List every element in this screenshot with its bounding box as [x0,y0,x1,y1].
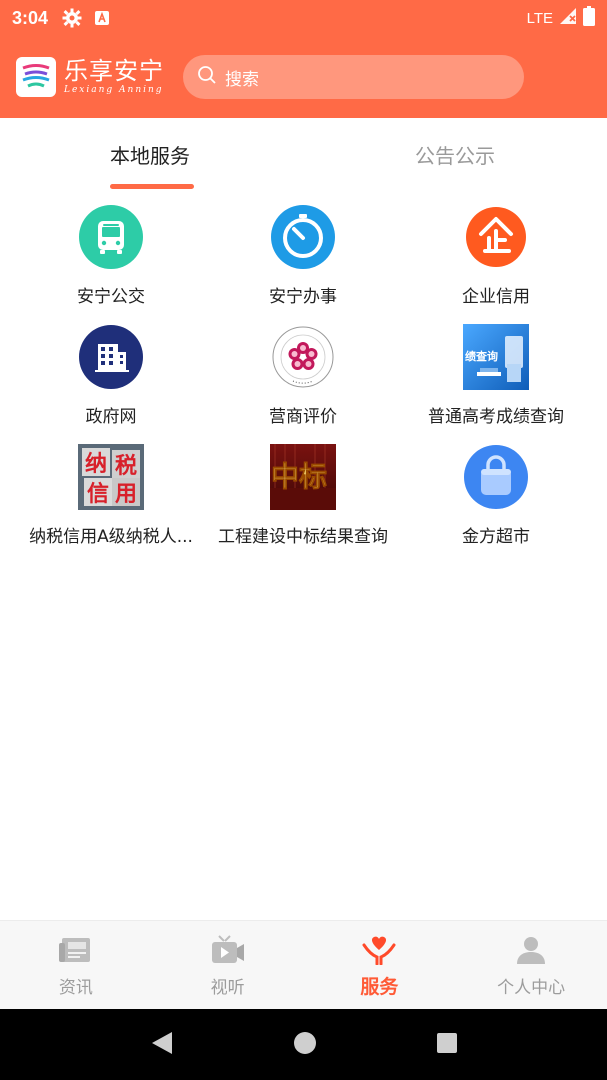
service-tabs: 本地服务 公告公示 [0,118,607,190]
font-icon [92,8,112,28]
flower-seal-icon [270,324,336,390]
bid-result-icon: 中标 [270,444,336,510]
tax-char-4: 用 [115,482,137,507]
app-logo-icon [16,57,56,97]
service-anning-affairs[interactable]: 安宁办事 [203,204,403,307]
news-icon [58,933,94,967]
service-label: 营商评价 [269,407,337,427]
service-label: 企业信用 [462,287,530,307]
status-bar: 3:04 LTE [0,0,607,36]
bid-image-text: 中标 [271,460,327,493]
tax-char-1: 纳 [85,451,107,477]
service-label: 金方超市 [462,527,530,547]
service-label: 工程建设中标结果查询 [218,527,388,547]
bus-icon [78,204,144,270]
nav-label: 视听 [210,977,245,998]
gear-icon [62,8,82,28]
nav-label: 资讯 [58,977,93,998]
service-business-evaluation[interactable]: 营商评价 [203,324,403,427]
app-name-sub: Lexiang Anning [64,85,164,95]
service-heart-icon [361,932,397,966]
tax-credit-icon: 纳税信用 [78,444,144,510]
nav-news[interactable]: 资讯 [0,921,152,1009]
person-icon [513,933,549,967]
service-exam-score[interactable]: 绩查询 普通高考成绩查询 [396,324,596,427]
service-label: 纳税信用A级纳税人... [29,527,193,547]
nav-label: 个人中心 [497,977,566,998]
service-label: 普通高考成绩查询 [428,407,564,427]
recents-icon[interactable] [436,1032,458,1058]
shopping-bag-icon [463,444,529,510]
signal-icon [559,7,577,29]
home-icon[interactable] [293,1031,317,1059]
service-tax-credit[interactable]: 纳税信用 纳税信用A级纳税人... [11,444,211,547]
app-screen: 3:04 LTE 乐享安宁 Lexiang Anning 搜索 本地服务 公告公… [0,0,607,1080]
service-bid-result[interactable]: 中标 工程建设中标结果查询 [203,444,403,547]
building-icon [78,324,144,390]
battery-icon [583,6,595,30]
tab-local-services[interactable]: 本地服务 [110,140,190,169]
enterprise-icon [463,204,529,270]
search-input[interactable]: 搜索 [183,55,524,99]
app-header: 乐享安宁 Lexiang Anning 搜索 [0,36,607,118]
exam-image-text: 绩查询 [465,349,498,363]
service-label: 安宁公交 [77,287,145,307]
nav-personal-center[interactable]: 个人中心 [455,921,607,1009]
tax-char-2: 税 [115,453,137,479]
network-label: LTE [526,9,553,27]
exam-score-icon: 绩查询 [463,324,529,390]
tax-char-3: 信 [87,481,109,507]
tab-announcements[interactable]: 公告公示 [415,140,495,169]
service-government-web[interactable]: 政府网 [11,324,211,427]
service-label: 安宁办事 [269,287,337,307]
search-placeholder: 搜索 [225,69,259,90]
back-icon[interactable] [150,1030,174,1060]
tab-active-indicator [110,184,194,189]
status-right: LTE [527,6,595,30]
nav-label: 服务 [360,975,399,998]
service-enterprise-credit[interactable]: 企业信用 [396,204,596,307]
service-anning-bus[interactable]: 安宁公交 [11,204,211,307]
search-icon [197,65,217,89]
video-icon [210,933,246,967]
nav-services[interactable]: 服务 [304,921,456,1009]
app-name: 乐享安宁 [64,57,164,85]
app-title: 乐享安宁 Lexiang Anning [64,58,164,96]
system-nav-bar [0,1009,607,1080]
service-jinfang-supermarket[interactable]: 金方超市 [396,444,596,547]
timer-icon [270,204,336,270]
bottom-nav: 资讯 视听 服务 个人中心 [0,920,607,1009]
status-time: 3:04 [12,7,49,28]
nav-video[interactable]: 视听 [152,921,304,1009]
service-label: 政府网 [85,407,137,427]
